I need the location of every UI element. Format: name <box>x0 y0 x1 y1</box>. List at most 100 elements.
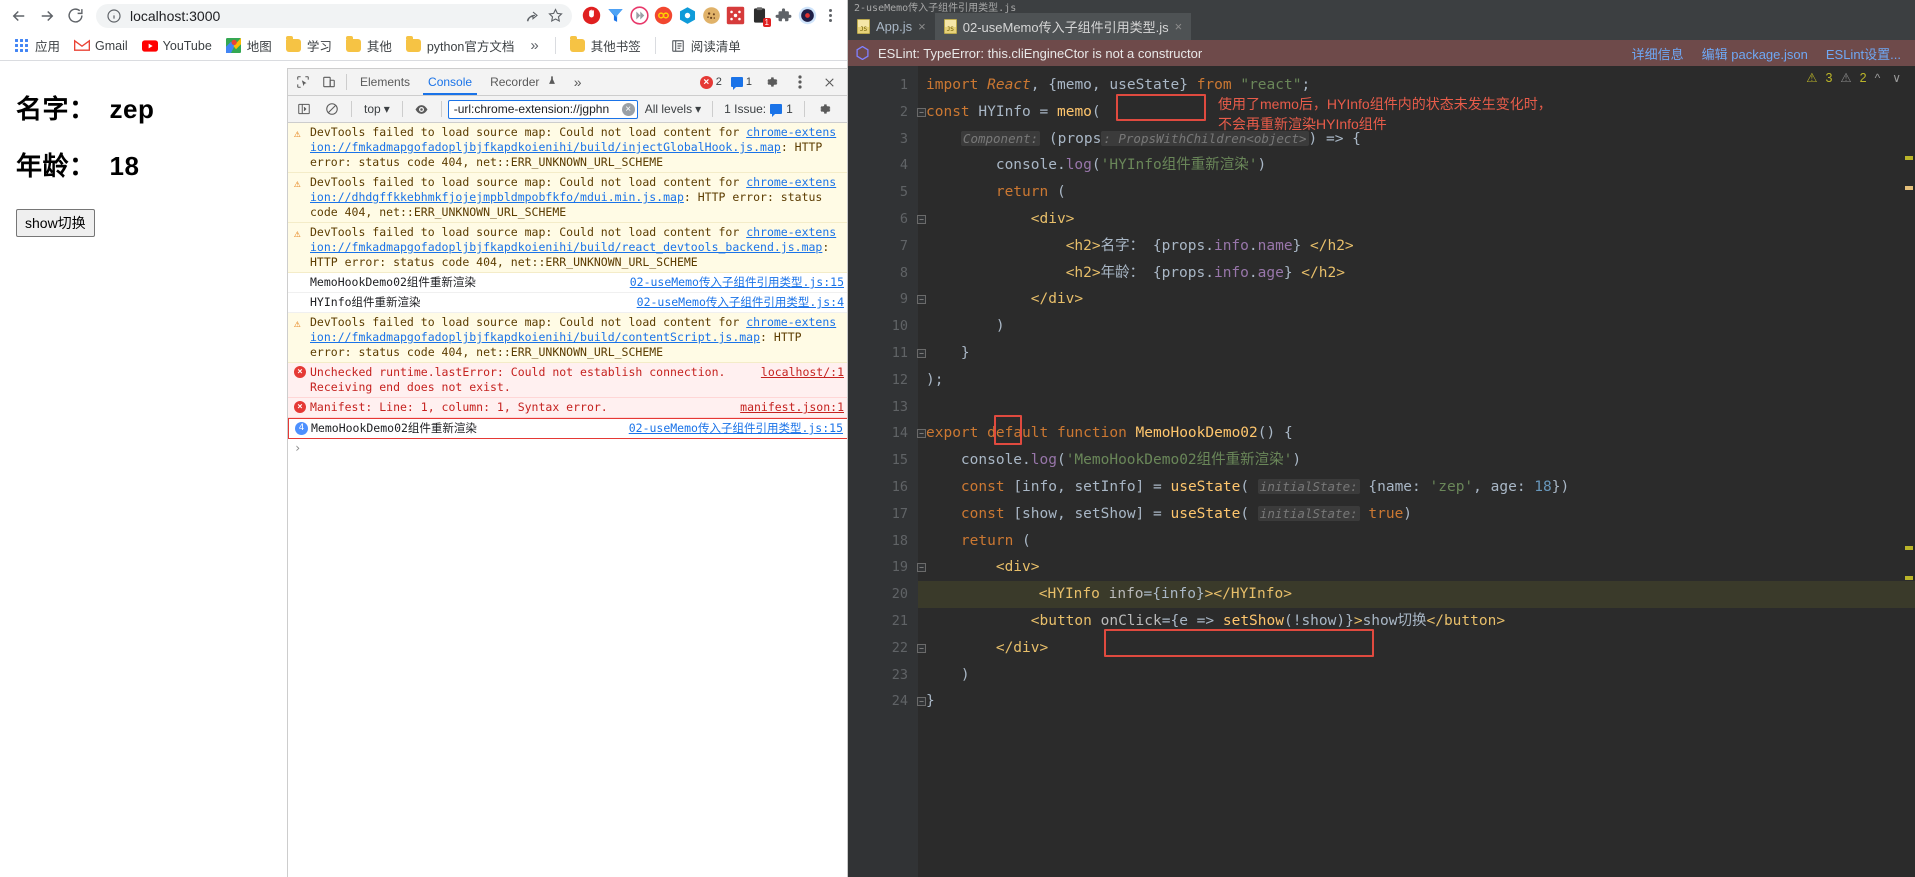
bookmark-folder-other[interactable]: 其他 <box>340 33 398 58</box>
editor-code-area[interactable]: import React, {memo, useState} from "rea… <box>918 66 1915 877</box>
console-prompt[interactable]: › <box>288 439 847 457</box>
warning-marker[interactable] <box>1905 576 1913 580</box>
source-map-link[interactable]: ion://dhdgffkkebhmkfjojejmpbldmpobfkfo/m… <box>310 190 684 204</box>
source-map-link[interactable]: ion://fmkadmapgofadopljbjfkapdkoienihi/b… <box>310 330 760 344</box>
warning-triangle-icon: ⚠ <box>294 317 301 330</box>
console-source-link[interactable]: 02-useMemo传入子组件引用类型.js:15 <box>629 421 843 436</box>
bookmarks-overflow-icon[interactable]: » <box>522 37 546 54</box>
device-toolbar-icon[interactable] <box>316 70 342 94</box>
bookmark-youtube[interactable]: YouTube <box>136 35 218 57</box>
folder-icon <box>346 36 362 54</box>
console-settings-icon[interactable] <box>811 97 837 121</box>
issues-indicator[interactable]: 1 Issue: 1 <box>719 102 798 117</box>
star-icon[interactable] <box>544 5 566 27</box>
console-message-error[interactable]: × Unchecked runtime.lastError: Could not… <box>288 363 847 398</box>
gear-icon[interactable] <box>758 70 784 94</box>
source-map-link[interactable]: chrome-extens <box>746 175 836 189</box>
source-map-link[interactable]: ion://fmkadmapgofadopljbjfkapdkoienihi/b… <box>310 140 781 154</box>
live-expression-icon[interactable] <box>409 97 435 121</box>
reload-icon[interactable] <box>62 3 88 29</box>
tabbar-divider <box>346 74 347 90</box>
clear-console-icon[interactable] <box>319 97 345 121</box>
info-circle-icon[interactable] <box>106 8 122 24</box>
filterbar-divider <box>401 101 403 117</box>
inspect-element-icon[interactable] <box>290 70 316 94</box>
redmine-extension-icon[interactable] <box>726 6 745 25</box>
console-filter-input[interactable]: -url:chrome-extension://jgphn × <box>447 99 638 119</box>
infinity-extension-icon[interactable] <box>654 6 673 25</box>
console-message-log[interactable]: HYInfo组件重新渲染 02-useMemo传入子组件引用类型.js:4 <box>288 293 847 313</box>
tab-console[interactable]: Console <box>419 69 481 95</box>
eslint-edit-package-link[interactable]: 编辑 package.json <box>1702 44 1808 63</box>
address-bar[interactable]: localhost:3000 <box>96 3 572 28</box>
video-speed-extension-icon[interactable] <box>630 6 649 25</box>
console-message-repeated[interactable]: 4 MemoHookDemo02组件重新渲染 02-useMemo传入子组件引用… <box>288 418 847 439</box>
console-message-warning[interactable]: ⚠ DevTools failed to load source map: Co… <box>288 223 847 273</box>
tab-elements[interactable]: Elements <box>351 69 419 95</box>
console-log-spacer <box>294 275 310 290</box>
forward-arrow-icon[interactable] <box>34 3 60 29</box>
share-icon[interactable] <box>522 5 544 27</box>
editor-marker-bar[interactable] <box>1903 66 1915 877</box>
adblock-extension-icon[interactable] <box>582 6 601 25</box>
inspection-summary[interactable]: ⚠ 3 ⚠ 2 ^ ∨ <box>1806 70 1905 86</box>
warning-marker[interactable] <box>1905 546 1913 550</box>
bookmark-folder-study[interactable]: 学习 <box>280 33 338 58</box>
bookmark-maps[interactable]: 地图 <box>220 33 278 58</box>
browser-menu-icon[interactable] <box>819 3 841 29</box>
log-levels-selector[interactable]: All levels ▾ <box>640 102 706 116</box>
line-number: 3 <box>899 130 908 147</box>
warning-triangle-icon: ⚠ <box>294 177 301 190</box>
execution-context-selector[interactable]: top ▾ <box>358 102 396 116</box>
close-icon[interactable]: × <box>918 19 926 34</box>
js-file-icon <box>857 19 870 34</box>
clipboard-extension-icon[interactable]: 1 <box>750 6 771 27</box>
ide-tab-app-js[interactable]: App.js × <box>848 13 935 40</box>
back-arrow-icon[interactable] <box>6 3 32 29</box>
show-toggle-button[interactable]: show切换 <box>16 209 95 237</box>
source-map-link[interactable]: chrome-extens <box>746 315 836 329</box>
more-tabs-icon[interactable]: » <box>566 74 590 90</box>
ide-tab-usememo[interactable]: 02-useMemo传入子组件引用类型.js × <box>934 13 1192 40</box>
console-message-error[interactable]: × Manifest: Line: 1, column: 1, Syntax e… <box>288 398 847 418</box>
console-source-link[interactable]: localhost/:1 <box>761 365 844 380</box>
devtools-kebab-icon[interactable] <box>787 70 813 94</box>
bookmark-gmail[interactable]: Gmail <box>68 35 134 57</box>
source-map-link[interactable]: chrome-extens <box>746 125 836 139</box>
console-message-warning[interactable]: ⚠ DevTools failed to load source map: Co… <box>288 173 847 223</box>
reading-list-button[interactable]: 阅读清单 <box>664 33 747 58</box>
funnel-extension-icon[interactable] <box>606 6 625 25</box>
bookmark-label: 地图 <box>246 40 272 54</box>
profile-extension-icon[interactable] <box>798 6 817 25</box>
bookmark-apps[interactable]: 应用 <box>8 33 66 58</box>
console-sidebar-icon[interactable] <box>291 97 317 121</box>
console-message-warning[interactable]: ⚠ DevTools failed to load source map: Co… <box>288 123 847 173</box>
nextcloud-extension-icon[interactable] <box>678 6 697 25</box>
close-icon[interactable] <box>816 70 842 94</box>
console-message-log[interactable]: MemoHookDemo02组件重新渲染 02-useMemo传入子组件引用类型… <box>288 273 847 293</box>
cookie-extension-icon[interactable] <box>702 6 721 25</box>
eslint-details-link[interactable]: 详细信息 <box>1632 44 1684 63</box>
bookmark-folder-python-docs[interactable]: python官方文档 <box>400 33 521 58</box>
eslint-settings-link[interactable]: ESLint设置... <box>1826 44 1901 63</box>
error-marker[interactable] <box>1905 186 1913 190</box>
message-count-badge[interactable]: 1 <box>728 75 755 90</box>
message-icon <box>730 77 743 90</box>
console-source-link[interactable]: manifest.json:1 <box>740 400 844 415</box>
bookmark-other-bookmarks[interactable]: 其他书签 <box>564 33 647 58</box>
chevron-up-icon[interactable]: ^ <box>1875 71 1885 85</box>
code-editor[interactable]: 1 2− 3 4 5 6− 7 8 9− 10 11− 12 13 14− 15… <box>848 66 1915 877</box>
tab-recorder[interactable]: Recorder <box>481 69 566 95</box>
close-icon[interactable]: × <box>1175 19 1183 34</box>
puzzle-extensions-icon[interactable] <box>774 6 793 25</box>
console-source-link[interactable]: 02-useMemo传入子组件引用类型.js:15 <box>630 275 844 290</box>
source-map-link[interactable]: ion://fmkadmapgofadopljbjfkapdkoienihi/b… <box>310 240 822 254</box>
source-map-link[interactable]: chrome-extens <box>746 225 836 239</box>
clear-filter-icon[interactable]: × <box>621 102 635 116</box>
screen-root: localhost:3000 1 应用 Gmail YouTube 地图 学习 … <box>0 0 1915 877</box>
console-source-link[interactable]: 02-useMemo传入子组件引用类型.js:4 <box>637 295 844 310</box>
console-output[interactable]: ⚠ DevTools failed to load source map: Co… <box>288 123 847 877</box>
console-message-warning[interactable]: ⚠ DevTools failed to load source map: Co… <box>288 313 847 363</box>
error-count-badge[interactable]: × 2 <box>697 75 725 90</box>
warning-marker[interactable] <box>1905 156 1913 160</box>
